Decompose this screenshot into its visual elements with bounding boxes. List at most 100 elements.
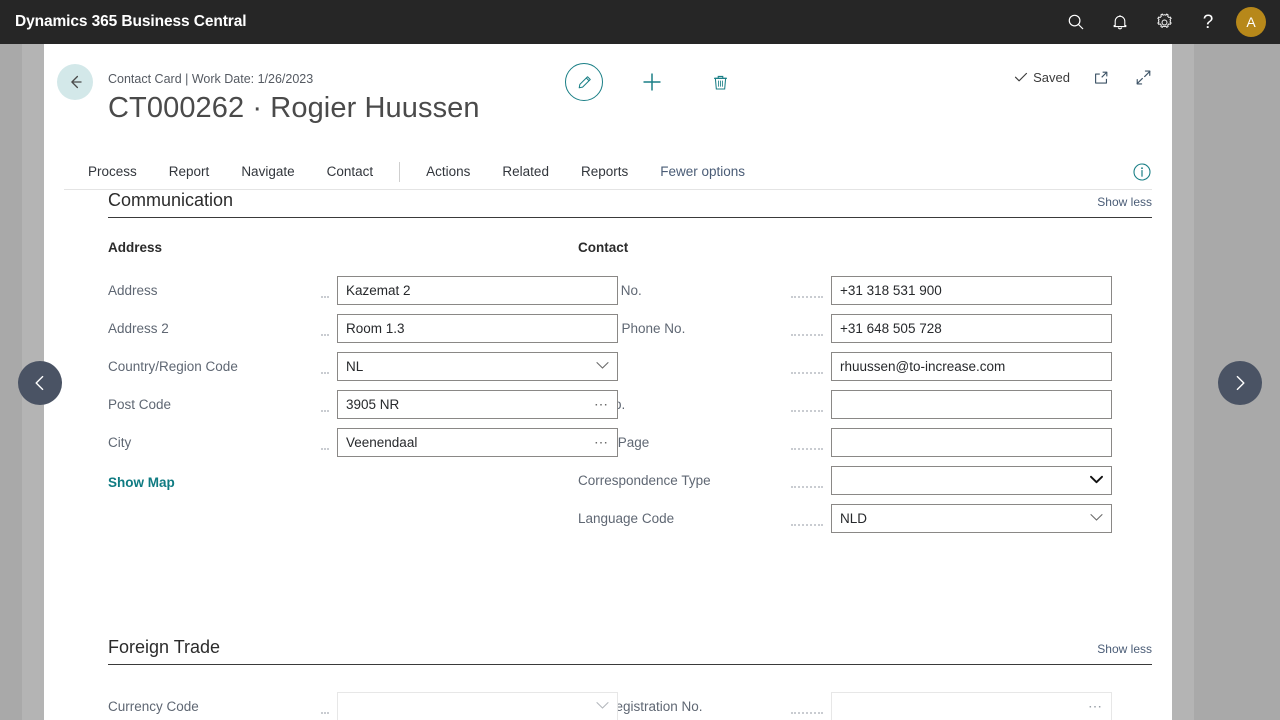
- field-email: Email rhuussen@to-increase.com: [578, 347, 1112, 385]
- field-lookup-city[interactable]: Veenendaal ⋯: [337, 427, 618, 457]
- label-dot-leader: [321, 437, 329, 450]
- field-input-mobile-phone-no[interactable]: +31 648 505 728: [831, 313, 1112, 343]
- section-header-communication[interactable]: Communication Show less: [108, 190, 1152, 218]
- collapse-icon[interactable]: [1132, 66, 1154, 88]
- label-dot-leader: [791, 323, 823, 336]
- field-value-post-code: 3905 NR: [346, 396, 400, 412]
- label-dot-leader: [321, 701, 329, 714]
- chevron-down-icon: [1090, 471, 1103, 489]
- saved-label: Saved: [1033, 69, 1070, 85]
- delete-trash-button[interactable]: [700, 62, 740, 102]
- foreign-trade-right-group: VAT Registration No. ⋯: [578, 687, 1112, 720]
- edit-pencil-button[interactable]: [564, 62, 604, 102]
- show-less-communication[interactable]: Show less: [1097, 195, 1152, 211]
- foreign-trade-left-group: Currency Code Territory Code: [44, 687, 618, 720]
- avatar[interactable]: A: [1236, 7, 1266, 37]
- field-input-email[interactable]: rhuussen@to-increase.com: [831, 351, 1112, 381]
- field-lookup-vat-registration-no[interactable]: ⋯: [831, 691, 1112, 720]
- next-record-button[interactable]: [1218, 361, 1262, 405]
- field-post-code: Post Code 3905 NR ⋯: [108, 385, 618, 423]
- open-in-new-window-icon[interactable]: [1090, 66, 1112, 88]
- field-address-2: Address 2 Room 1.3: [108, 309, 618, 347]
- previous-record-button[interactable]: [18, 361, 62, 405]
- page-body: Communication Show less Address Address …: [44, 190, 1172, 720]
- field-language-code: Language Code NLD: [578, 499, 1112, 537]
- field-correspondence-type: Correspondence Type: [578, 461, 1112, 499]
- application-window: Dynamics 365 Business Central ? A Contac…: [0, 0, 1280, 720]
- menu-item-fewer-options[interactable]: Fewer options: [644, 154, 761, 190]
- chevron-right-icon: [1236, 375, 1245, 391]
- field-dropdown-language-code[interactable]: NLD: [831, 503, 1112, 533]
- label-dot-leader: [791, 701, 823, 714]
- edit-pencil-circle: [565, 63, 603, 101]
- field-input-home-page[interactable]: [831, 427, 1112, 457]
- check-icon: [1015, 72, 1028, 82]
- field-dropdown-country-region-code[interactable]: NL: [337, 351, 618, 381]
- field-label-post-code: Post Code: [108, 396, 172, 412]
- field-country-region-code: Country/Region Code NL: [108, 347, 618, 385]
- field-value-phone-no: +31 318 531 900: [840, 282, 942, 298]
- communication-columns: Address Address Kazemat 2 Address 2 Room…: [44, 218, 1172, 537]
- field-label-language-code: Language Code: [578, 510, 675, 526]
- menu-item-related[interactable]: Related: [486, 154, 565, 190]
- notifications-bell-icon[interactable]: [1098, 0, 1142, 44]
- field-currency-code: Currency Code: [108, 687, 618, 720]
- ellipsis-lookup-icon[interactable]: ⋯: [1088, 699, 1103, 713]
- page-toolbar-center: [564, 62, 740, 102]
- field-phone-no: Phone No. +31 318 531 900: [578, 271, 1112, 309]
- field-value-address-2: Room 1.3: [346, 320, 405, 336]
- field-lookup-post-code[interactable]: 3905 NR ⋯: [337, 389, 618, 419]
- field-home-page: Home Page: [578, 423, 1112, 461]
- ellipsis-lookup-icon[interactable]: ⋯: [594, 397, 609, 411]
- breadcrumb: Contact Card | Work Date: 1/26/2023: [108, 72, 314, 86]
- page-header: Contact Card | Work Date: 1/26/2023 CT00…: [44, 44, 1172, 154]
- foreign-trade-columns: Currency Code Territory Code: [44, 665, 1172, 720]
- contact-group: Contact Phone No. +31 318 531 900 Mobile…: [578, 240, 1112, 537]
- ellipsis-lookup-icon[interactable]: ⋯: [594, 435, 609, 449]
- help-question-icon[interactable]: ?: [1186, 0, 1230, 44]
- field-value-mobile-phone-no: +31 648 505 728: [840, 320, 942, 336]
- field-value-address: Kazemat 2: [346, 282, 411, 298]
- label-dot-leader: [791, 513, 823, 526]
- label-dot-leader: [791, 285, 823, 298]
- field-input-address[interactable]: Kazemat 2: [337, 275, 618, 305]
- field-select-correspondence-type[interactable]: [831, 465, 1112, 495]
- menu-item-report[interactable]: Report: [153, 154, 226, 190]
- info-icon[interactable]: [1132, 162, 1152, 182]
- field-label-address: Address: [108, 282, 158, 298]
- field-dropdown-currency-code[interactable]: [337, 691, 618, 720]
- label-dot-leader: [321, 285, 329, 298]
- field-value-city: Veenendaal: [346, 434, 418, 450]
- menu-item-process[interactable]: Process: [64, 154, 153, 190]
- show-map-link[interactable]: Show Map: [108, 475, 175, 490]
- field-address: Address Kazemat 2: [108, 271, 618, 309]
- label-dot-leader: [791, 399, 823, 412]
- show-less-foreign-trade[interactable]: Show less: [1097, 642, 1152, 658]
- label-dot-leader: [791, 475, 823, 488]
- menu-item-navigate[interactable]: Navigate: [225, 154, 310, 190]
- chevron-down-icon: [596, 697, 609, 715]
- label-dot-leader: [321, 361, 329, 374]
- section-title-foreign-trade: Foreign Trade: [108, 637, 221, 657]
- search-icon[interactable]: [1054, 0, 1098, 44]
- field-input-fax-no[interactable]: [831, 389, 1112, 419]
- menu-item-reports[interactable]: Reports: [565, 154, 644, 190]
- label-dot-leader: [321, 323, 329, 336]
- menu-separator: [399, 161, 401, 182]
- field-vat-registration-no: VAT Registration No. ⋯: [578, 687, 1112, 720]
- app-brand-title: Dynamics 365 Business Central: [15, 13, 247, 30]
- menu-item-actions[interactable]: Actions: [410, 154, 486, 190]
- field-input-phone-no[interactable]: +31 318 531 900: [831, 275, 1112, 305]
- field-label-city: City: [108, 434, 132, 450]
- field-mobile-phone-no: Mobile Phone No. +31 648 505 728: [578, 309, 1112, 347]
- back-button[interactable]: [57, 64, 93, 100]
- menu-item-contact[interactable]: Contact: [311, 154, 390, 190]
- section-header-foreign-trade[interactable]: Foreign Trade Show less: [108, 623, 1152, 665]
- new-plus-button[interactable]: [632, 62, 672, 102]
- field-label-currency-code: Currency Code: [108, 698, 199, 714]
- field-input-address-2[interactable]: Room 1.3: [337, 313, 618, 343]
- field-value-language-code: NLD: [840, 510, 868, 526]
- gear-icon[interactable]: [1142, 0, 1186, 44]
- label-dot-leader: [791, 437, 823, 450]
